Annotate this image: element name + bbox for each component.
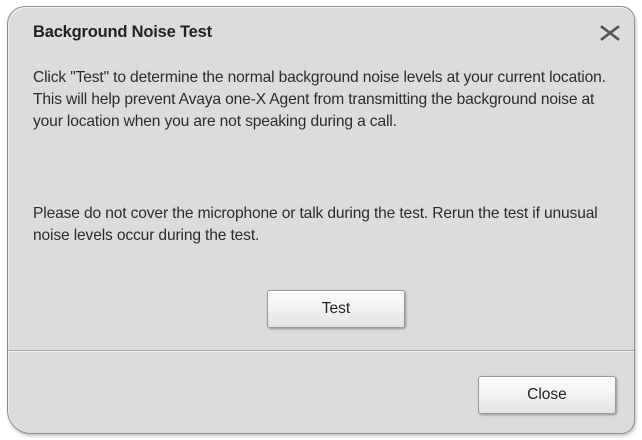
close-x-icon-glyph: [600, 25, 620, 41]
test-button[interactable]: Test: [267, 290, 405, 328]
dialog-title: Background Noise Test: [33, 23, 212, 41]
instructions-text: Click "Test" to determine the normal bac…: [33, 69, 606, 130]
close-x-icon[interactable]: [598, 23, 622, 43]
footer-divider: [8, 350, 634, 352]
background-noise-test-dialog: Background Noise Test Click "Test" to de…: [7, 6, 635, 434]
warning-text: Please do not cover the microphone or ta…: [33, 205, 598, 244]
close-button[interactable]: Close: [478, 376, 616, 414]
